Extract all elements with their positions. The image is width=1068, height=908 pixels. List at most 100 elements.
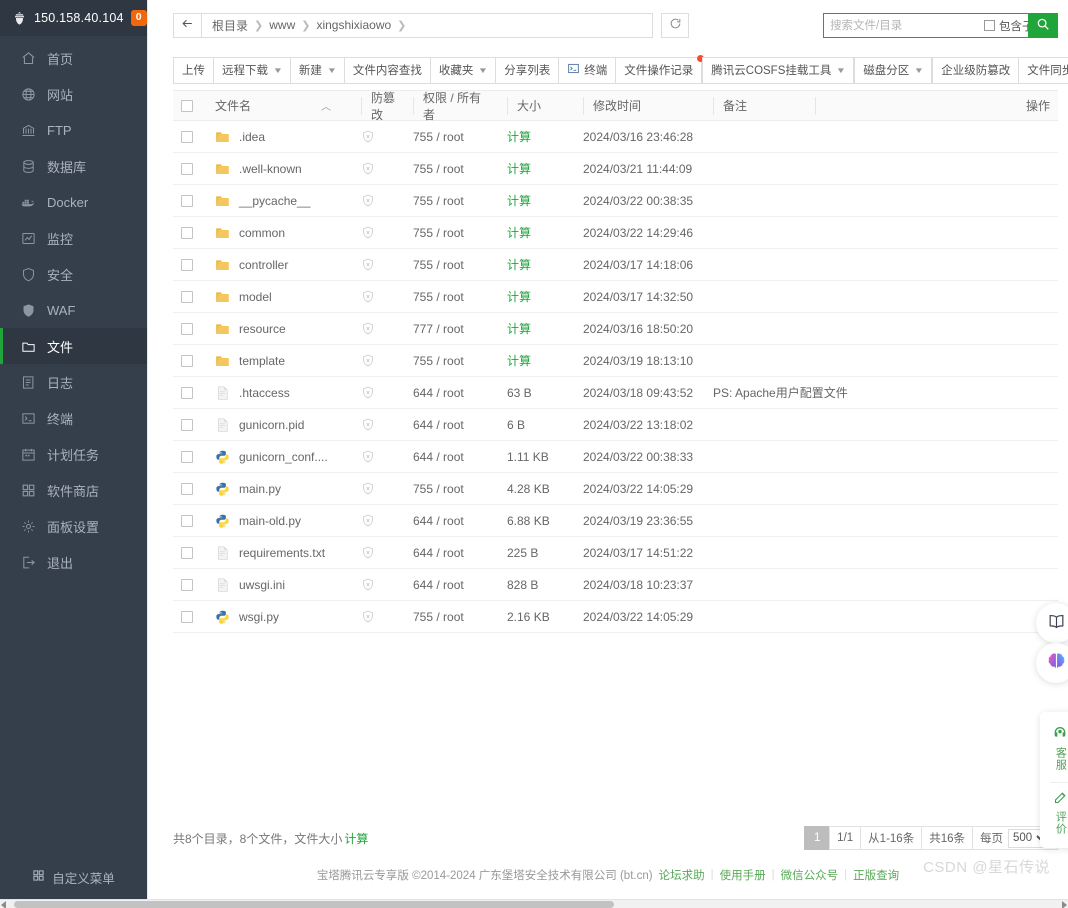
cell-note[interactable]	[705, 600, 927, 633]
file-name-link[interactable]: requirements.txt	[239, 546, 325, 560]
cell-permission[interactable]: 755 / root	[405, 344, 499, 377]
calc-size-link[interactable]: 计算	[507, 194, 531, 208]
cell-note[interactable]	[705, 504, 927, 537]
cell-operations[interactable]	[927, 408, 1058, 441]
file-name-link[interactable]: .htaccess	[239, 386, 290, 400]
toolbar-button[interactable]: 收藏夹 ▼	[429, 56, 497, 84]
cell-operations[interactable]	[927, 248, 1058, 281]
row-checkbox[interactable]	[181, 515, 193, 528]
cell-tamperproof[interactable]	[353, 472, 405, 505]
cell-tamperproof[interactable]	[353, 568, 405, 601]
calc-size-link[interactable]: 计算	[507, 258, 531, 272]
cell-permission[interactable]: 755 / root	[405, 472, 499, 505]
cell-operations[interactable]	[927, 152, 1058, 185]
row-checkbox[interactable]	[181, 227, 193, 240]
toolbar-button[interactable]: 远程下载 ▼	[213, 56, 291, 84]
file-name-link[interactable]: main.py	[239, 482, 281, 496]
cell-note[interactable]	[705, 312, 927, 345]
table-row[interactable]: __pycache__ 755 / root 计算 2024/03/22 00:38:…	[173, 184, 1058, 217]
cell-operations[interactable]	[927, 440, 1058, 473]
back-button[interactable]	[174, 13, 202, 37]
shield-x-icon[interactable]	[361, 481, 397, 496]
table-row[interactable]: uwsgi.ini 644 / root 828 B 2024/03/18 10:23…	[173, 568, 1058, 601]
shield-x-icon[interactable]	[361, 449, 397, 464]
cell-operations[interactable]	[927, 504, 1058, 537]
sidebar-item-settings[interactable]: 面板设置	[0, 508, 147, 544]
cell-permission[interactable]: 755 / root	[405, 216, 499, 249]
select-all-checkbox[interactable]	[181, 100, 193, 113]
breadcrumb-item-www[interactable]: www	[269, 18, 295, 32]
row-checkbox[interactable]	[181, 259, 193, 272]
cell-size[interactable]: 计算	[499, 120, 575, 153]
cell-note[interactable]	[705, 472, 927, 505]
shield-x-icon[interactable]	[361, 513, 397, 528]
cell-operations[interactable]	[927, 536, 1058, 569]
cell-tamperproof[interactable]	[353, 376, 405, 409]
file-name-link[interactable]: __pycache__	[239, 194, 310, 208]
file-name-link[interactable]: template	[239, 354, 285, 368]
cell-permission[interactable]: 755 / root	[405, 248, 499, 281]
cell-permission[interactable]: 755 / root	[405, 280, 499, 313]
search-button[interactable]	[1028, 13, 1058, 38]
cell-tamperproof[interactable]	[353, 408, 405, 441]
toolbar-button[interactable]: 企业级防篡改	[932, 56, 1020, 84]
file-name-link[interactable]: common	[239, 226, 285, 240]
cell-tamperproof[interactable]	[353, 120, 405, 153]
toolbar-button[interactable]: 上传	[173, 56, 214, 84]
footer-link-license[interactable]: 正版查询	[853, 867, 899, 883]
calc-size-link[interactable]: 计算	[507, 162, 531, 176]
sidebar-item-appstore[interactable]: 软件商店	[0, 472, 147, 508]
shield-x-icon[interactable]	[361, 577, 397, 592]
row-checkbox[interactable]	[181, 579, 193, 592]
row-checkbox[interactable]	[181, 611, 193, 624]
cell-size[interactable]: 计算	[499, 216, 575, 249]
sidebar-item-home[interactable]: 首页	[0, 40, 147, 76]
feedback-button[interactable]: 评价	[1047, 786, 1068, 841]
cell-note[interactable]	[705, 152, 927, 185]
row-checkbox[interactable]	[181, 419, 193, 432]
row-checkbox[interactable]	[181, 195, 193, 208]
table-row[interactable]: .well-known 755 / root 计算 2024/03/21 11:44:…	[173, 152, 1058, 185]
toolbar-button[interactable]: 腾讯云COSFS挂载工具 ▼	[702, 56, 855, 84]
table-row[interactable]: model 755 / root 计算 2024/03/17 14:32:50	[173, 280, 1058, 313]
shield-x-icon[interactable]	[361, 193, 397, 208]
row-checkbox[interactable]	[181, 547, 193, 560]
cell-size[interactable]: 计算	[499, 312, 575, 345]
table-row[interactable]: .idea 755 / root 计算 2024/03/16 23:46:28	[173, 120, 1058, 153]
toolbar-button[interactable]: 文件同步	[1018, 56, 1068, 84]
cell-note[interactable]: PS: Apache用户配置文件	[705, 376, 927, 409]
cell-tamperproof[interactable]	[353, 248, 405, 281]
row-checkbox[interactable]	[181, 131, 193, 144]
table-row[interactable]: common 755 / root 计算 2024/03/22 14:29:46	[173, 216, 1058, 249]
table-row[interactable]: main.py 755 / root 4.28 KB 2024/03/22 14:05…	[173, 472, 1058, 505]
cell-note[interactable]	[705, 344, 927, 377]
shield-x-icon[interactable]	[361, 129, 397, 144]
cell-operations[interactable]	[927, 184, 1058, 217]
shield-x-icon[interactable]	[361, 257, 397, 272]
cell-permission[interactable]: 777 / root	[405, 312, 499, 345]
cell-note[interactable]	[705, 120, 927, 153]
footer-link-forum[interactable]: 论坛求助	[659, 867, 705, 883]
file-name-link[interactable]: model	[239, 290, 272, 304]
cell-tamperproof[interactable]	[353, 216, 405, 249]
file-name-link[interactable]: .idea	[239, 130, 265, 144]
cell-note[interactable]	[705, 568, 927, 601]
row-checkbox[interactable]	[181, 323, 193, 336]
notification-badge[interactable]: 0	[130, 10, 147, 26]
calc-size-link[interactable]: 计算	[507, 322, 531, 336]
scroll-right-arrow-icon[interactable]	[1062, 901, 1067, 908]
cell-size[interactable]: 计算	[499, 152, 575, 185]
shield-x-icon[interactable]	[361, 289, 397, 304]
toolbar-button[interactable]: 终端	[558, 56, 617, 84]
cell-note[interactable]	[705, 216, 927, 249]
scrollbar-thumb[interactable]	[14, 901, 614, 908]
cell-tamperproof[interactable]	[353, 280, 405, 313]
cell-operations[interactable]	[927, 344, 1058, 377]
calc-total-size-link[interactable]: 计算	[344, 832, 368, 846]
shield-x-icon[interactable]	[361, 417, 397, 432]
shield-x-icon[interactable]	[361, 353, 397, 368]
sidebar-item-security[interactable]: 安全	[0, 256, 147, 292]
calc-size-link[interactable]: 计算	[507, 354, 531, 368]
cell-note[interactable]	[705, 408, 927, 441]
row-checkbox[interactable]	[181, 387, 193, 400]
